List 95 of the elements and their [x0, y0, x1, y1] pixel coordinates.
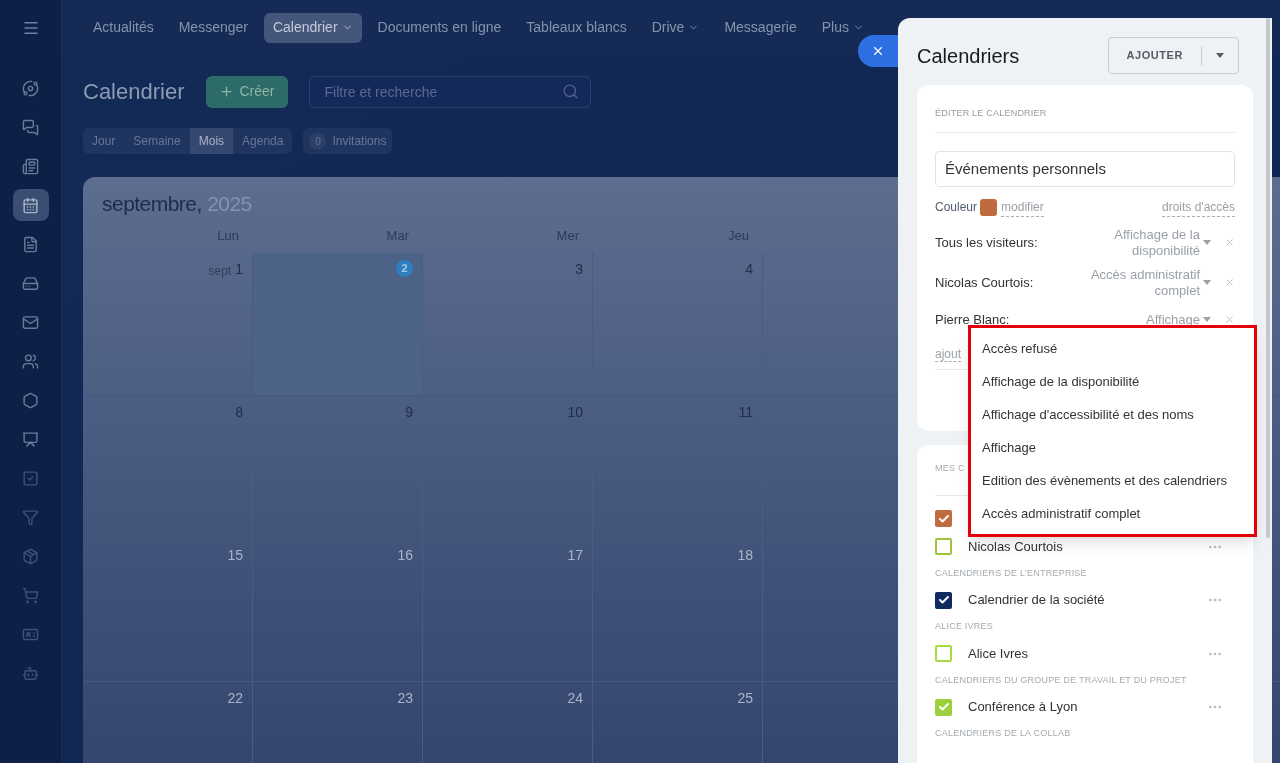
- view-tab[interactable]: Jour: [83, 128, 125, 154]
- day-number: 18: [737, 545, 753, 565]
- access-subject: Tous les visiteurs:: [935, 233, 1038, 252]
- add-split-button[interactable]: AJOUTER: [1107, 37, 1239, 74]
- group-heading: CALENDRIERS DE L'ENTREPRISE: [935, 566, 1088, 580]
- remove-icon[interactable]: [1224, 314, 1235, 325]
- checkbox-icon: [22, 469, 39, 487]
- day-number: 8: [235, 402, 243, 422]
- document-icon: [22, 235, 39, 253]
- day-number: 15: [227, 545, 243, 565]
- check-icon: [937, 701, 950, 713]
- chat-icon: [22, 118, 39, 136]
- caret-icon: [1216, 53, 1224, 58]
- drive-icon: [22, 274, 39, 292]
- group-heading: CALENDRIERS DU GROUPE DE TRAVAIL ET DU PROJET: [935, 673, 1188, 687]
- nav-tab[interactable]: Tableaux blancs: [517, 12, 636, 43]
- menu-item[interactable]: Accès refusé: [971, 332, 1254, 365]
- day-number: 2: [396, 259, 413, 277]
- day-number: 22: [227, 688, 243, 708]
- access-subject: Pierre Blanc:: [935, 310, 1010, 329]
- people-icon: [22, 352, 39, 370]
- nav-tab[interactable]: Plus: [812, 12, 873, 43]
- section-heading: ÉDITER LE CALENDRIER: [935, 107, 1235, 133]
- menu-item[interactable]: Affichage de la disponibilité: [971, 365, 1254, 398]
- plus-icon: [218, 84, 234, 99]
- menu-item[interactable]: Accès administratif complet: [971, 497, 1254, 530]
- group-heading: CALENDRIERS DE LA COLLAB: [935, 727, 1072, 740]
- access-subject: Nicolas Courtois:: [935, 273, 1034, 292]
- day-number: 11: [738, 402, 753, 422]
- panel-title: Calendriers: [917, 43, 1020, 69]
- calendar-name[interactable]: Conférence à Lyon: [968, 697, 1078, 717]
- calendar-checkbox[interactable]: [935, 698, 952, 716]
- cart-icon: [22, 586, 39, 604]
- calendar-icon: [22, 196, 39, 214]
- day-number: 9: [405, 402, 413, 422]
- view-tab[interactable]: Mois: [189, 128, 234, 154]
- day-number: 17: [567, 545, 583, 565]
- sidebar-item[interactable]: [12, 189, 49, 221]
- access-level-select[interactable]: Affichage de la disponibilité: [1086, 226, 1211, 259]
- activity-icon: [22, 79, 39, 97]
- close-button[interactable]: [858, 35, 898, 67]
- day-number: 1: [235, 259, 243, 279]
- day-number: 24: [567, 688, 583, 708]
- nav-tab[interactable]: Drive: [642, 12, 709, 43]
- add-button[interactable]: AJOUTER: [1108, 47, 1201, 64]
- nav-tab[interactable]: Documents en ligne: [368, 12, 511, 43]
- remove-icon[interactable]: [1224, 277, 1235, 288]
- nav-tab[interactable]: Messagerie: [715, 12, 806, 43]
- day-number: 25: [737, 688, 753, 708]
- check-icon: [937, 594, 950, 606]
- day-number: 16: [397, 545, 413, 565]
- hexagon-icon: [22, 391, 39, 409]
- caret-icon: [1203, 240, 1211, 245]
- box-icon: [22, 547, 39, 565]
- month-label: septembre,: [102, 192, 202, 215]
- search-icon: [561, 82, 579, 100]
- calendar-name[interactable]: Calendrier de la société: [968, 590, 1105, 610]
- color-swatch[interactable]: [980, 198, 998, 216]
- remove-icon[interactable]: [1224, 237, 1235, 248]
- menu-item[interactable]: Affichage d'accessibilité et des noms: [971, 398, 1254, 431]
- caret-icon: [1203, 317, 1211, 322]
- modify-link[interactable]: modifier: [1001, 197, 1044, 217]
- nav-tab[interactable]: Calendrier: [263, 12, 362, 43]
- menu-item[interactable]: Affichage: [971, 431, 1254, 464]
- day-number: 23: [397, 688, 413, 708]
- calendar-checkbox[interactable]: [935, 538, 952, 555]
- create-button[interactable]: Créer: [205, 75, 288, 108]
- nav-tab[interactable]: Messenger: [169, 12, 257, 43]
- nav-tab[interactable]: Actualités: [84, 12, 163, 43]
- check-icon: [937, 512, 950, 525]
- board-icon: [22, 430, 39, 448]
- view-tab[interactable]: Semaine: [124, 128, 190, 154]
- day-number: 10: [567, 402, 583, 422]
- envelope-icon: [22, 313, 39, 331]
- access-level-select[interactable]: Accès administratif complet: [1086, 266, 1211, 299]
- calendar-checkbox[interactable]: [935, 510, 952, 527]
- day-number: 4: [745, 259, 753, 279]
- search-field[interactable]: Filtre et recherche: [308, 75, 591, 108]
- calendar-name[interactable]: Alice Ivres: [968, 643, 1028, 664]
- page-title: Calendrier: [83, 78, 185, 106]
- close-icon: [871, 44, 885, 58]
- color-label: Couleur: [935, 199, 978, 216]
- calendar-checkbox[interactable]: [935, 591, 952, 609]
- view-tab[interactable]: Agenda: [233, 128, 293, 154]
- name-field[interactable]: Événements personnels: [935, 150, 1235, 187]
- access-rights-link[interactable]: droits d'accès: [1162, 197, 1235, 217]
- add-access-link[interactable]: ajout: [935, 346, 962, 362]
- robot-icon: [22, 664, 39, 682]
- caret-icon: [1203, 280, 1211, 285]
- funnel-icon: [22, 508, 39, 526]
- calendar-name[interactable]: Nicolas Courtois: [968, 536, 1063, 557]
- access-level-select[interactable]: Affichage: [1146, 311, 1211, 328]
- newspaper-icon: [22, 157, 39, 175]
- group-heading: ALICE IVRES: [935, 620, 994, 633]
- day-number: 3: [575, 259, 583, 279]
